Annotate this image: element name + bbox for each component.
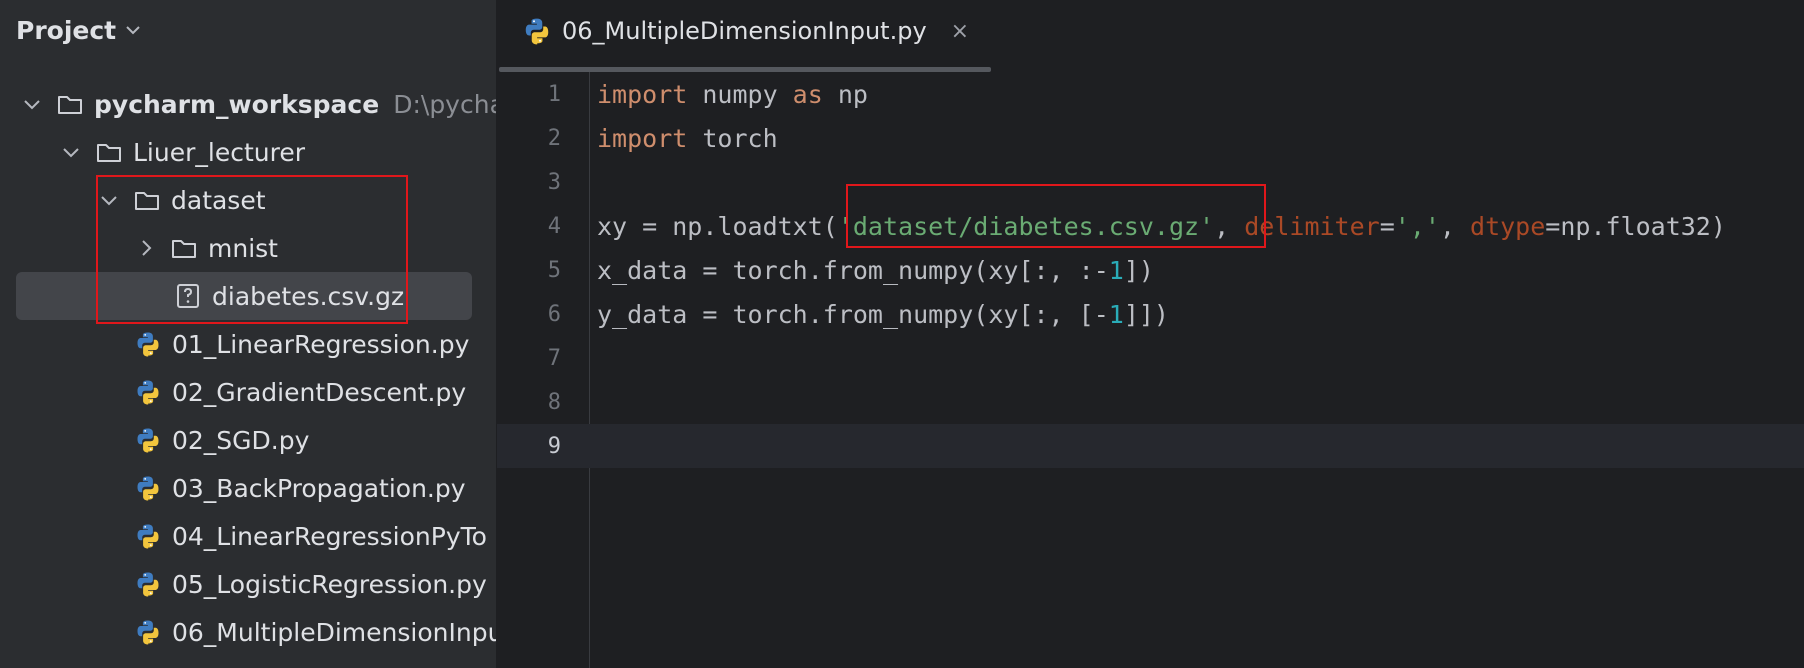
tree-item-05-logisticregression[interactable]: 05_LogisticRegression.py	[0, 560, 496, 608]
line-number-current: 9	[547, 434, 561, 459]
code-line-6[interactable]: y_data = torch.from_numpy(xy[:, [-1]])	[597, 293, 1169, 337]
line-number: 6	[547, 302, 561, 327]
folder-icon	[170, 234, 198, 262]
tree-item-label: pycharm_workspace	[94, 89, 380, 119]
code-text: x_data = torch.from_numpy(xy[:, :-	[597, 256, 1109, 285]
keyword: import	[597, 80, 688, 109]
python-file-icon	[134, 330, 162, 358]
project-panel: Project pycharm_workspace D:\pycharm Liu…	[0, 0, 496, 668]
tree-item-01-linearregression[interactable]: 01_LinearRegression.py	[0, 320, 496, 368]
code-line-5[interactable]: x_data = torch.from_numpy(xy[:, :-1])	[597, 249, 1154, 293]
python-file-icon	[134, 474, 162, 502]
tree-item-label: 02_GradientDescent.py	[172, 377, 467, 407]
tree-item-label: 02_SGD.py	[172, 425, 310, 455]
tree-item-label: diabetes.csv.gz	[212, 281, 405, 311]
tree-item-dataset[interactable]: dataset	[0, 176, 496, 224]
code-text: ])	[1123, 256, 1154, 285]
python-file-icon	[522, 16, 552, 46]
tree-item-mnist[interactable]: mnist	[0, 224, 496, 272]
tree-item-03-backpropagation[interactable]: 03_BackPropagation.py	[0, 464, 496, 512]
close-icon[interactable]: ×	[951, 19, 969, 44]
tree-item-pycharm-workspace[interactable]: pycharm_workspace D:\pycharm	[0, 80, 496, 128]
tab-label: 06_MultipleDimensionInput.py	[562, 17, 927, 45]
chevron-down-icon[interactable]	[97, 188, 121, 212]
code-text: y_data = torch.from_numpy(xy[:, [-	[597, 300, 1109, 329]
keyword: import	[597, 124, 688, 153]
tree-item-06-multipledimensioninput[interactable]: 06_MultipleDimensionInpu	[0, 608, 496, 656]
code-text: ,	[1214, 212, 1245, 241]
line-number: 5	[547, 258, 561, 283]
unknown-file-icon	[174, 282, 202, 310]
code-editor[interactable]	[590, 72, 1804, 668]
python-file-icon	[134, 378, 162, 406]
code-text: numpy	[687, 80, 793, 109]
keyword: as	[792, 80, 823, 109]
keyword-argument: dtype	[1470, 212, 1546, 241]
code-text: ,	[1439, 212, 1471, 241]
tree-item-label: dataset	[171, 185, 266, 215]
code-text: ]])	[1123, 300, 1169, 329]
chevron-right-icon[interactable]	[134, 236, 158, 260]
string-literal: ','	[1394, 212, 1440, 241]
keyword-argument: delimiter	[1244, 212, 1380, 241]
line-number: 8	[547, 390, 561, 415]
folder-icon	[95, 138, 123, 166]
tree-item-label: 01_LinearRegression.py	[172, 329, 470, 359]
folder-icon	[56, 90, 84, 118]
tree-item-label: 05_LogisticRegression.py	[172, 569, 487, 599]
line-number: 7	[547, 346, 561, 371]
project-title: Project	[16, 15, 117, 45]
tree-item-label: Liuer_lecturer	[133, 137, 305, 167]
line-number: 3	[547, 170, 561, 195]
tree-item-liuer-lecturer[interactable]: Liuer_lecturer	[0, 128, 496, 176]
code-text: =	[1379, 212, 1395, 241]
python-file-icon	[134, 522, 162, 550]
tree-item-02-gradientdescent[interactable]: 02_GradientDescent.py	[0, 368, 496, 416]
chevron-down-icon[interactable]	[20, 92, 44, 116]
tab-06-multipledimensioninput[interactable]: 06_MultipleDimensionInput.py ×	[522, 8, 969, 54]
python-file-icon	[134, 426, 162, 454]
code-line-4[interactable]: xy = np.loadtxt('dataset/diabetes.csv.gz…	[597, 205, 1726, 249]
project-header[interactable]: Project	[16, 10, 144, 50]
chevron-down-icon[interactable]	[59, 140, 83, 164]
number-literal: 1	[1108, 300, 1124, 329]
chevron-down-icon[interactable]	[122, 19, 144, 41]
number-literal: 1	[1108, 256, 1124, 285]
python-file-icon	[134, 570, 162, 598]
tree-item-diabetes-csv-gz[interactable]: diabetes.csv.gz	[0, 272, 496, 320]
code-line-2[interactable]: import torch	[597, 117, 778, 161]
tree-item-04-linearregressionpytorch[interactable]: 04_LinearRegressionPyTo	[0, 512, 496, 560]
folder-icon	[133, 186, 161, 214]
tree-item-label: 04_LinearRegressionPyTo	[172, 521, 487, 551]
python-file-icon	[134, 618, 162, 646]
code-text: xy = np.loadtxt(	[597, 212, 838, 241]
code-text: torch	[687, 124, 778, 153]
line-number: 1	[547, 82, 561, 107]
tree-item-path: D:\pycharm	[393, 89, 496, 119]
tree-item-label: 06_MultipleDimensionInpu	[172, 617, 496, 647]
code-line-1[interactable]: import numpy as np	[597, 73, 868, 117]
tree-item-label: 03_BackPropagation.py	[172, 473, 466, 503]
code-text: np	[822, 80, 868, 109]
tree-item-label: mnist	[208, 233, 278, 263]
line-number: 4	[547, 214, 561, 239]
string-literal: 'dataset/diabetes.csv.gz'	[837, 212, 1215, 241]
code-text: =np.float32)	[1545, 212, 1726, 241]
tree-item-02-sgd[interactable]: 02_SGD.py	[0, 416, 496, 464]
line-number: 2	[547, 126, 561, 151]
current-line-highlight	[497, 424, 1804, 468]
